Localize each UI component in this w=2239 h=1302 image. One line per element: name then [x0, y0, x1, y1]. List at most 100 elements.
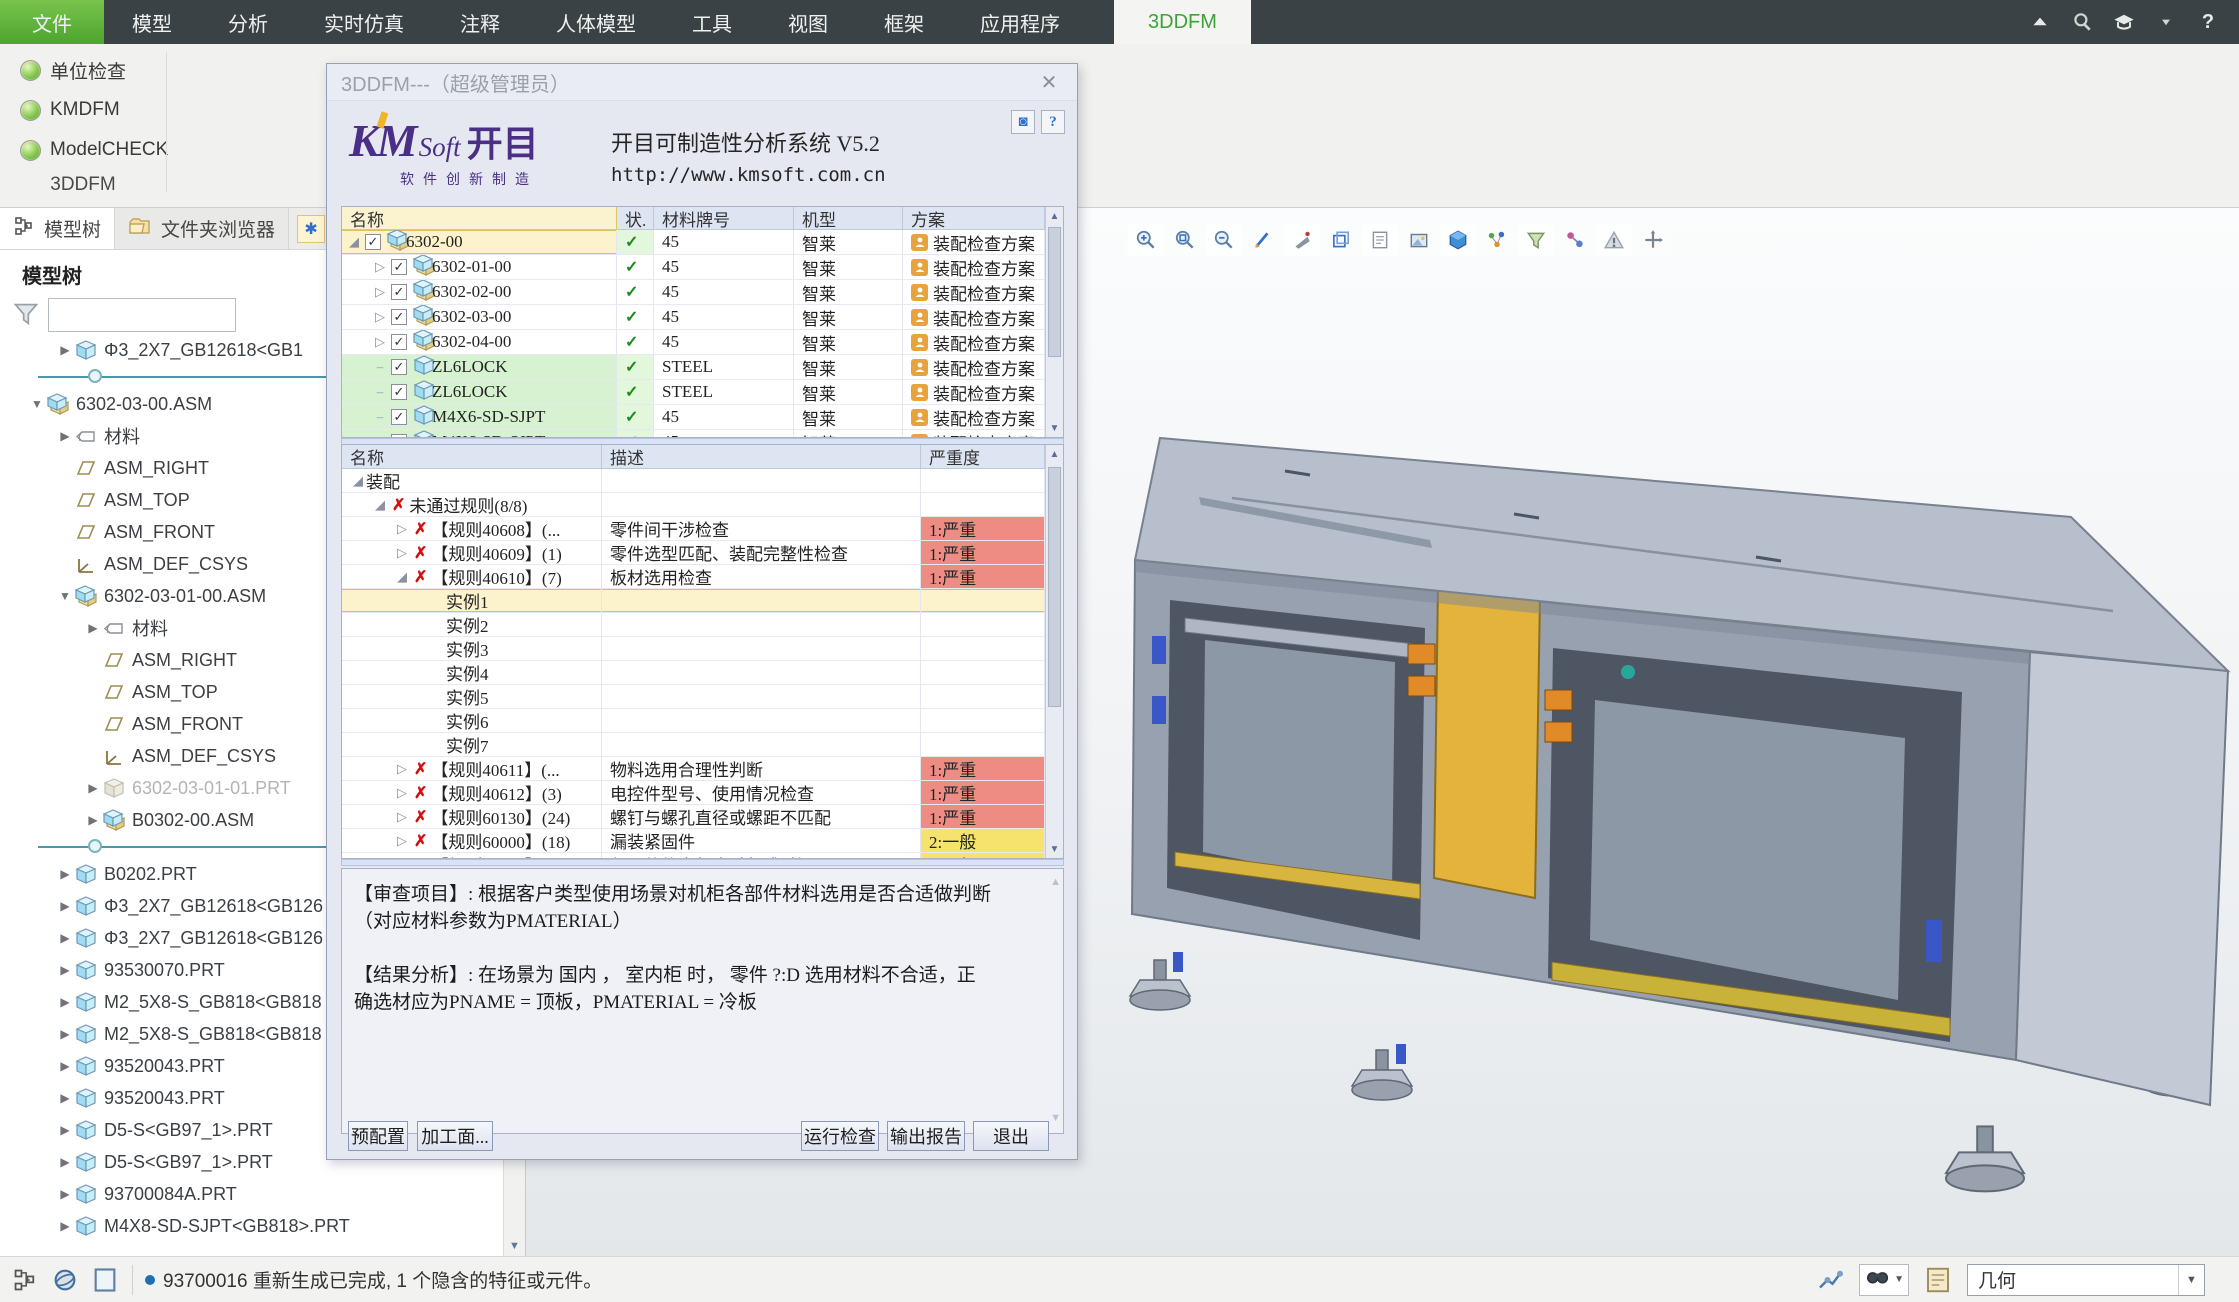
expand-right-icon[interactable]: ▶: [56, 429, 74, 443]
rule-row-【规则40610】(7)[interactable]: ◢✗【规则40610】(7)板材选用检查1:严重: [342, 565, 1063, 589]
tree-scroll-down-icon[interactable]: ▼: [504, 1236, 525, 1256]
row-checkbox[interactable]: ✓: [391, 284, 407, 300]
dragger-button[interactable]: [1635, 224, 1671, 256]
expand-right-icon[interactable]: ▷: [394, 761, 410, 777]
parts-col-header-方案[interactable]: 方案: [903, 207, 1045, 229]
expand-down-icon[interactable]: ◢: [394, 569, 410, 585]
expand-down-icon[interactable]: ◢: [346, 234, 362, 250]
expand-right-icon[interactable]: ▶: [56, 931, 74, 945]
collapse-ribbon-icon[interactable]: [2027, 9, 2053, 35]
rule-row-【规则60130】(24)[interactable]: ▷✗【规则60130】(24)螺钉与螺孔直径或螺距不匹配1:严重: [342, 805, 1063, 829]
dialog-titlebar[interactable]: 3DDFM---（超级管理员） ✕: [327, 64, 1077, 101]
row-checkbox[interactable]: ✓: [365, 234, 381, 250]
menu-item-工具[interactable]: 工具: [664, 0, 760, 44]
output-report-button[interactable]: 输出报告: [887, 1121, 965, 1151]
zoom-box-button[interactable]: [1167, 224, 1203, 256]
expand-right-icon[interactable]: ▶: [56, 1059, 74, 1073]
rule-row-实例7[interactable]: 实例7: [342, 733, 1063, 757]
exit-button[interactable]: 退出: [973, 1121, 1049, 1151]
menu-item-注释[interactable]: 注释: [432, 0, 528, 44]
menu-item-视图[interactable]: 视图: [760, 0, 856, 44]
rule-row-实例4[interactable]: 实例4: [342, 661, 1063, 685]
rule-row-装配[interactable]: ◢装配: [342, 469, 1063, 493]
expand-right-icon[interactable]: ▷: [394, 545, 410, 561]
rule-row-实例6[interactable]: 实例6: [342, 709, 1063, 733]
cabinet-end-face[interactable]: [2016, 652, 2228, 1105]
ribbon-button-ModelCHECK[interactable]: ModelCHECK: [12, 132, 176, 168]
expand-right-icon[interactable]: ▷: [372, 309, 388, 325]
tree-item-93700084A.PRT[interactable]: ▶93700084A.PRT: [0, 1178, 503, 1210]
expand-down-icon[interactable]: ◢: [350, 473, 366, 489]
row-checkbox[interactable]: ✓: [391, 359, 407, 375]
menu-item-框架[interactable]: 框架: [856, 0, 952, 44]
rule-row-实例3[interactable]: 实例3: [342, 637, 1063, 661]
expand-right-icon[interactable]: ▷: [372, 259, 388, 275]
expand-right-icon[interactable]: ▶: [56, 1091, 74, 1105]
menu-item-实时仿真[interactable]: 实时仿真: [296, 0, 432, 44]
rules-col-header-严重度[interactable]: 严重度: [921, 445, 1045, 468]
nodes-button[interactable]: [1557, 224, 1593, 256]
parts-row-M4X6-SD-SJPT[interactable]: –✓M4X6-SD-SJPT✓45智莱装配检查方案: [342, 430, 1063, 438]
rules-col-header-描述[interactable]: 描述: [602, 445, 921, 468]
expand-down-icon[interactable]: ◢: [372, 497, 388, 513]
menu-item-分析[interactable]: 分析: [200, 0, 296, 44]
expand-right-icon[interactable]: ▷: [372, 334, 388, 350]
menu-item-文件[interactable]: 文件: [0, 0, 104, 44]
expand-right-icon[interactable]: ▶: [84, 621, 102, 635]
expand-right-icon[interactable]: ▷: [394, 833, 410, 849]
expand-right-icon[interactable]: ▷: [372, 284, 388, 300]
dragger-toggle-icon[interactable]: [1815, 1265, 1845, 1295]
expand-right-icon[interactable]: ▷: [394, 785, 410, 801]
rule-row-【规则40611】(...[interactable]: ▷✗【规则40611】(...物料选用合理性判断1:严重: [342, 757, 1063, 781]
parts-col-header-机型[interactable]: 机型: [794, 207, 903, 229]
rule-row-【规则40609】(1)[interactable]: ▷✗【规则40609】(1)零件选型匹配、装配完整性检查1:严重: [342, 541, 1063, 565]
expand-down-icon[interactable]: ▼: [28, 397, 46, 411]
shaded-cube-button[interactable]: [1440, 224, 1476, 256]
expand-right-icon[interactable]: ▶: [56, 899, 74, 913]
tree-item-M4X8-SD-SJPT<GB818>.PRT[interactable]: ▶M4X8-SD-SJPT<GB818>.PRT: [0, 1210, 503, 1242]
notebook-icon[interactable]: [1923, 1265, 1953, 1295]
expand-right-icon[interactable]: ▷: [394, 809, 410, 825]
expand-right-icon[interactable]: ▶: [56, 1219, 74, 1233]
expand-right-icon[interactable]: ▶: [84, 813, 102, 827]
parts-row-6302-01-00[interactable]: ▷✓6302-01-00✓45智莱装配检查方案: [342, 255, 1063, 280]
capture-button[interactable]: [1401, 224, 1437, 256]
caret-down-icon[interactable]: [2153, 9, 2179, 35]
parts-row-ZL6LOCK[interactable]: –✓ZL6LOCK✓STEEL智莱装配检查方案: [342, 380, 1063, 405]
ribbon-button-单位检查[interactable]: 单位检查: [12, 52, 134, 88]
particles-button[interactable]: [1479, 224, 1515, 256]
detail-scroll-up-icon[interactable]: ▲: [1050, 876, 1061, 888]
preconfig-button[interactable]: 预配置: [348, 1121, 408, 1151]
row-checkbox[interactable]: ✓: [391, 384, 407, 400]
menu-item-模型[interactable]: 模型: [104, 0, 200, 44]
rule-row-【规则60000】(18)[interactable]: ▷✗【规则60000】(18)漏装紧固件2:一般: [342, 829, 1063, 853]
panel-toggle-icon[interactable]: [90, 1265, 120, 1295]
command-search-icon[interactable]: [2069, 9, 2095, 35]
expand-right-icon[interactable]: ▶: [56, 343, 74, 357]
rules-scroll-up-icon[interactable]: ▲: [1046, 445, 1063, 463]
expand-right-icon[interactable]: ▶: [56, 1027, 74, 1041]
parts-col-header-材料牌号[interactable]: 材料牌号: [654, 207, 794, 229]
expand-right-icon[interactable]: ▷: [394, 521, 410, 537]
expand-right-icon[interactable]: ▶: [56, 867, 74, 881]
rules-scroll-down-icon[interactable]: ▼: [1046, 840, 1063, 858]
ribbon-button-KMDFM[interactable]: KMDFM: [12, 92, 128, 128]
wireframe-box-button[interactable]: [1323, 224, 1359, 256]
parts-row-ZL6LOCK[interactable]: –✓ZL6LOCK✓STEEL智莱装配检查方案: [342, 355, 1063, 380]
chevron-down-icon[interactable]: ▼: [2178, 1265, 2204, 1295]
model-tree-toggle-icon[interactable]: [10, 1265, 40, 1295]
favorites-icon[interactable]: ✱: [297, 215, 325, 243]
expand-down-icon[interactable]: ▼: [56, 589, 74, 603]
parts-row-M4X6-SD-SJPT[interactable]: –✓M4X6-SD-SJPT✓45智莱装配检查方案: [342, 405, 1063, 430]
row-checkbox[interactable]: ✓: [391, 259, 407, 275]
expand-right-icon[interactable]: ▶: [56, 1155, 74, 1169]
close-icon[interactable]: ✕: [1035, 70, 1063, 95]
selection-filter-combo[interactable]: 几何 ▼: [1967, 1264, 2205, 1296]
row-checkbox[interactable]: ✓: [391, 409, 407, 425]
tree-filter-input[interactable]: [48, 298, 236, 332]
machining-face-button[interactable]: 加工面...: [417, 1121, 493, 1151]
detail-scroll-down-icon[interactable]: ▼: [1050, 1112, 1061, 1124]
expand-right-icon[interactable]: ▶: [56, 995, 74, 1009]
notes-button[interactable]: [1362, 224, 1398, 256]
rules-table-scrollbar[interactable]: ▲ ▼: [1045, 445, 1063, 858]
